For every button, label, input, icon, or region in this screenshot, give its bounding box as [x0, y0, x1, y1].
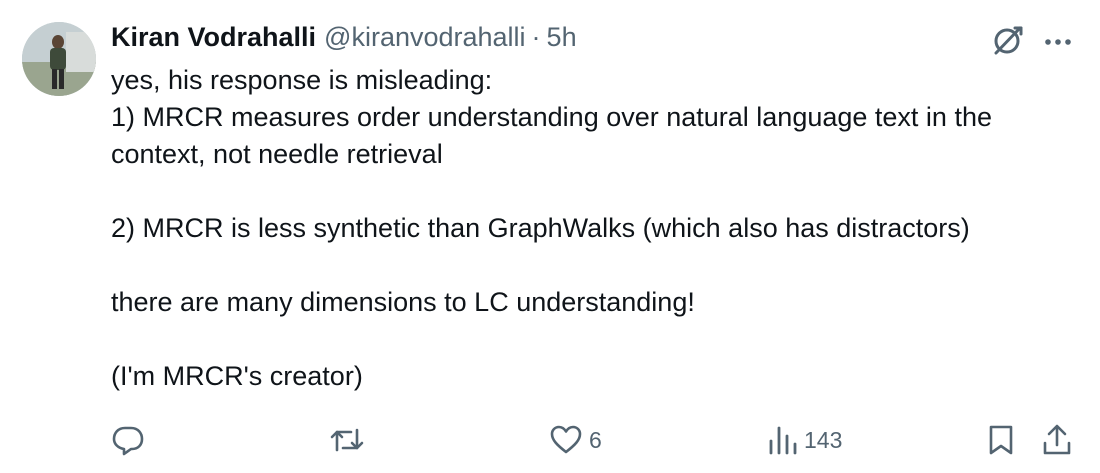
timestamp[interactable]: 5h: [547, 22, 577, 53]
tweet-line: yes, his response is misleading:: [111, 65, 493, 95]
author-handle[interactable]: @kiranvodrahalli: [324, 22, 526, 53]
tweet-header: Kiran Vodrahalli @kiranvodrahalli · 5h: [111, 22, 577, 58]
tweet-actions-bar: 6 143: [0, 420, 1100, 460]
views-icon: [768, 423, 798, 457]
separator-dot: ·: [531, 22, 541, 52]
share-button[interactable]: [1041, 420, 1073, 460]
views-button[interactable]: 143: [768, 420, 842, 460]
views-count: 143: [804, 426, 843, 453]
like-count: 6: [589, 426, 602, 453]
tweet-line: 2) MRCR is less synthetic than GraphWalk…: [111, 213, 970, 243]
like-icon: [549, 423, 583, 457]
like-button[interactable]: 6: [549, 420, 602, 460]
tweet-line: 1) MRCR measures order understanding ove…: [111, 102, 992, 169]
bookmark-button[interactable]: [987, 420, 1015, 460]
tweet-top-actions: [990, 22, 1072, 63]
retweet-icon: [329, 423, 365, 457]
more-icon[interactable]: [1044, 34, 1072, 52]
reply-icon: [111, 423, 145, 457]
tweet-line: there are many dimensions to LC understa…: [111, 287, 695, 317]
bookmark-icon: [987, 423, 1015, 457]
avatar[interactable]: [22, 22, 96, 96]
retweet-button[interactable]: [329, 420, 365, 460]
share-icon: [1041, 423, 1073, 457]
tweet-line: (I'm MRCR's creator): [111, 361, 363, 391]
grok-icon[interactable]: [990, 22, 1026, 63]
reply-button[interactable]: [111, 420, 145, 460]
tweet-text: yes, his response is misleading: 1) MRCR…: [111, 62, 1071, 395]
tweet: Kiran Vodrahalli @kiranvodrahalli · 5h y…: [0, 0, 1100, 473]
author-name[interactable]: Kiran Vodrahalli: [111, 22, 316, 53]
